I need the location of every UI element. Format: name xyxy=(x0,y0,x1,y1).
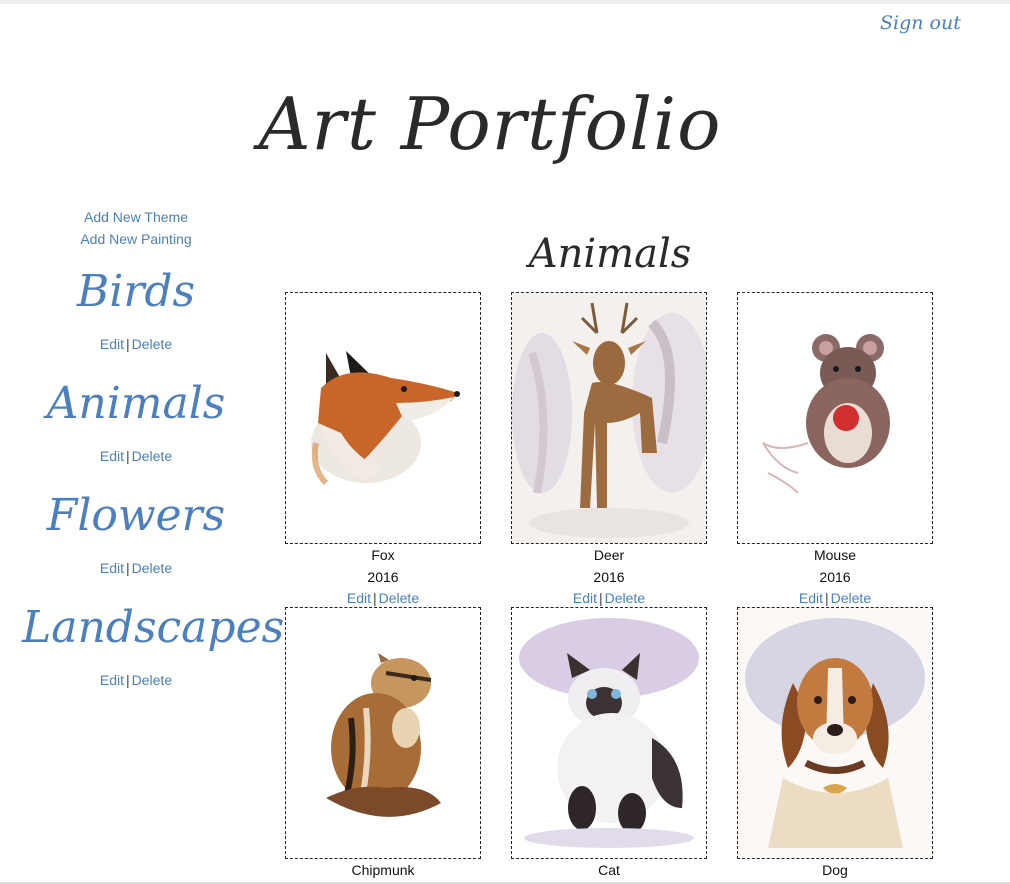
fox-painting-icon xyxy=(286,293,480,543)
delete-painting-link[interactable]: Delete xyxy=(831,590,871,606)
theme-link-flowers[interactable]: Flowers xyxy=(22,488,250,544)
edit-theme-link[interactable]: Edit xyxy=(100,448,124,464)
separator: | xyxy=(126,448,130,464)
painting-frame[interactable] xyxy=(285,292,481,544)
add-new-painting-link[interactable]: Add New Painting xyxy=(22,228,250,250)
top-bar xyxy=(0,0,1010,4)
sidebar: Add New Theme Add New Painting Birds Edi… xyxy=(22,206,284,712)
separator: | xyxy=(373,590,377,606)
theme-actions: Edit | Delete xyxy=(22,670,250,690)
painting-title: Dog xyxy=(822,862,848,878)
delete-theme-link[interactable]: Delete xyxy=(132,336,172,352)
separator: | xyxy=(126,672,130,688)
painting-year: 2016 xyxy=(593,569,625,585)
painting-frame[interactable] xyxy=(285,607,481,859)
painting-card-cat: Cat xyxy=(511,607,707,881)
painting-title: Mouse xyxy=(813,547,857,563)
painting-title: Deer xyxy=(593,547,625,563)
delete-theme-link[interactable]: Delete xyxy=(132,448,172,464)
painting-card-dog: Dog xyxy=(737,607,933,881)
separator: | xyxy=(599,590,603,606)
painting-year: 2016 xyxy=(819,569,851,585)
theme-animals: Animals Edit | Delete xyxy=(22,376,250,466)
delete-theme-link[interactable]: Delete xyxy=(132,560,172,576)
theme-birds: Birds Edit | Delete xyxy=(22,264,250,354)
theme-link-animals[interactable]: Animals xyxy=(22,376,250,432)
painting-year: 2016 xyxy=(367,569,399,585)
delete-theme-link[interactable]: Delete xyxy=(132,672,172,688)
painting-frame[interactable] xyxy=(737,292,933,544)
add-new-theme-link[interactable]: Add New Theme xyxy=(22,206,250,228)
chipmunk-painting-icon xyxy=(286,608,480,858)
edit-painting-link[interactable]: Edit xyxy=(799,590,823,606)
theme-actions: Edit | Delete xyxy=(22,334,250,354)
delete-painting-link[interactable]: Delete xyxy=(379,590,419,606)
sign-out-link[interactable]: Sign out xyxy=(880,12,961,34)
separator: | xyxy=(126,560,130,576)
painting-actions: Edit | Delete xyxy=(737,588,933,609)
theme-flowers: Flowers Edit | Delete xyxy=(22,488,250,578)
painting-frame[interactable] xyxy=(737,607,933,859)
painting-card-mouse: Mouse 2016 Edit | Delete xyxy=(737,292,933,609)
theme-link-landscapes[interactable]: Landscapes xyxy=(22,600,284,656)
edit-theme-link[interactable]: Edit xyxy=(100,672,124,688)
painting-card-chipmunk: Chipmunk xyxy=(285,607,481,881)
theme-actions: Edit | Delete xyxy=(22,558,250,578)
cat-painting-icon xyxy=(512,608,706,858)
painting-card-fox: Fox 2016 Edit | Delete xyxy=(285,292,481,609)
section-title: Animals xyxy=(528,231,692,277)
edit-painting-link[interactable]: Edit xyxy=(573,590,597,606)
separator: | xyxy=(825,590,829,606)
edit-painting-link[interactable]: Edit xyxy=(347,590,371,606)
painting-actions: Edit | Delete xyxy=(511,588,707,609)
mouse-painting-icon xyxy=(738,293,932,543)
site-title: Art Portfolio xyxy=(258,82,722,166)
separator: | xyxy=(126,336,130,352)
painting-card-deer: Deer 2016 Edit | Delete xyxy=(511,292,707,609)
painting-title: Chipmunk xyxy=(351,862,415,878)
painting-actions: Edit | Delete xyxy=(285,588,481,609)
painting-title: Fox xyxy=(371,547,395,563)
theme-link-birds[interactable]: Birds xyxy=(22,264,250,320)
theme-landscapes: Landscapes Edit | Delete xyxy=(22,600,284,690)
painting-frame[interactable] xyxy=(511,607,707,859)
edit-theme-link[interactable]: Edit xyxy=(100,560,124,576)
painting-title: Cat xyxy=(598,862,620,878)
edit-theme-link[interactable]: Edit xyxy=(100,336,124,352)
delete-painting-link[interactable]: Delete xyxy=(605,590,645,606)
theme-actions: Edit | Delete xyxy=(22,446,250,466)
painting-frame[interactable] xyxy=(511,292,707,544)
deer-painting-icon xyxy=(512,293,706,543)
dog-painting-icon xyxy=(738,608,932,858)
